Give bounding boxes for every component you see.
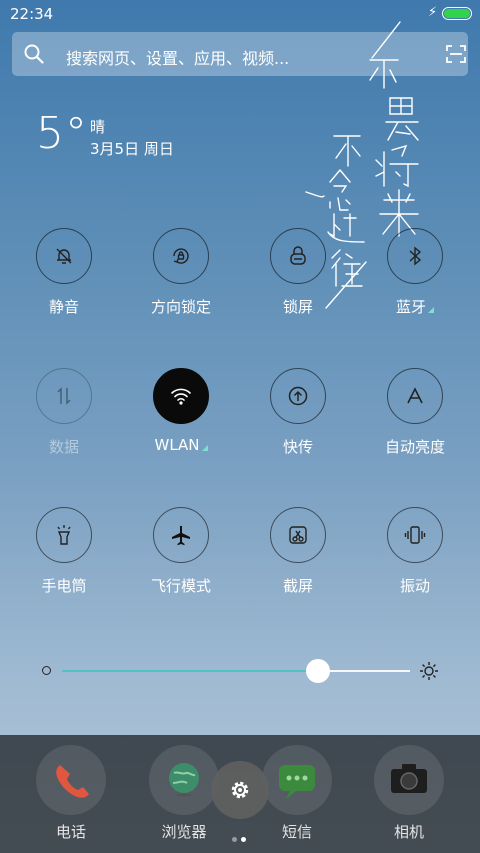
toggle-quick-transfer[interactable]: 快传: [244, 368, 354, 458]
toggle-label: 快传: [282, 438, 313, 456]
camera-icon[interactable]: [374, 745, 444, 815]
lock-icon: [290, 246, 306, 265]
toggle-auto-brightness[interactable]: 自动亮度: [361, 368, 471, 458]
lock-screen-button[interactable]: [270, 228, 326, 284]
toggle-label: 静音: [48, 298, 79, 316]
bluetooth-button[interactable]: [387, 228, 443, 284]
weather-condition: 晴: [90, 118, 106, 136]
vibrate-icon: [404, 526, 426, 544]
weather-date: 3月5日 周日: [90, 140, 174, 158]
vibrate-button[interactable]: [387, 507, 443, 563]
search-placeholder: 搜索网页、设置、应用、视频...: [66, 49, 290, 68]
toggle-bluetooth[interactable]: 蓝牙: [361, 228, 471, 318]
phone-icon[interactable]: [36, 745, 106, 815]
bell-muted-icon: [56, 248, 72, 264]
search-icon: [24, 44, 44, 64]
toggle-vibrate[interactable]: 振动: [361, 507, 471, 597]
battery-icon: [442, 7, 472, 20]
gear-icon: [231, 781, 249, 799]
mobile-data-icon: [57, 387, 71, 405]
dock-app-label: 相机: [393, 823, 424, 841]
brightness-min-icon: [42, 666, 51, 675]
page-indicator: [232, 827, 250, 846]
page-dot-active: [241, 837, 246, 842]
dock-app-label: 浏览器: [161, 823, 207, 841]
toggle-label: 飞行模式: [150, 577, 211, 595]
toggle-label: 锁屏: [282, 298, 313, 316]
weather-temperature[interactable]: 5°: [36, 108, 88, 159]
toggle-label: 手电筒: [41, 577, 87, 595]
toggle-flashlight[interactable]: 手电筒: [10, 507, 120, 597]
toggle-rotation-lock[interactable]: 方向锁定: [127, 228, 237, 318]
toggle-airplane-mode[interactable]: 飞行模式: [127, 507, 237, 597]
status-time: 22:34: [10, 5, 54, 23]
airplane-icon: [172, 526, 190, 546]
more-options-indicator: [428, 307, 434, 313]
quick-transfer-icon: [288, 386, 308, 406]
page-dot: [232, 837, 237, 842]
toggle-label: 蓝牙: [361, 296, 469, 317]
message-icon[interactable]: [262, 745, 332, 815]
brightness-slider-fill[interactable]: [62, 670, 318, 672]
dock-app-label: 电话: [55, 823, 86, 841]
dock-app-label: 短信: [281, 823, 312, 841]
toggle-mobile-data[interactable]: 数据: [10, 368, 120, 458]
quick-transfer-button[interactable]: [270, 368, 326, 424]
toggle-label: 数据: [48, 438, 79, 456]
settings-button[interactable]: [211, 761, 269, 819]
toggle-label: 截屏: [282, 577, 313, 595]
toggle-label: 自动亮度: [384, 438, 445, 456]
flashlight-button[interactable]: [36, 507, 92, 563]
toggle-label: 方向锁定: [150, 298, 211, 316]
scan-icon[interactable]: [446, 45, 466, 63]
toggle-wlan[interactable]: WLAN: [127, 368, 237, 458]
airplane-mode-button[interactable]: [153, 507, 209, 563]
wlan-button[interactable]: [153, 368, 209, 424]
wifi-icon: [171, 388, 191, 405]
flashlight-icon: [57, 525, 71, 545]
toggle-mute[interactable]: 静音: [10, 228, 120, 318]
mute-button[interactable]: [36, 228, 92, 284]
browser-globe-icon[interactable]: [149, 745, 219, 815]
auto-brightness-icon: [407, 387, 423, 404]
toggle-label: 振动: [399, 577, 430, 595]
brightness-slider-thumb[interactable]: [306, 659, 330, 683]
brightness-slider-track[interactable]: [318, 670, 410, 672]
toggle-screenshot[interactable]: 截屏: [244, 507, 354, 597]
auto-brightness-button[interactable]: [387, 368, 443, 424]
screenshot-button[interactable]: [270, 507, 326, 563]
rotation-lock-icon: [173, 248, 189, 264]
brightness-max-icon: [420, 662, 438, 680]
rotation-lock-button[interactable]: [153, 228, 209, 284]
mobile-data-button[interactable]: [36, 368, 92, 424]
more-options-indicator: [201, 445, 208, 451]
bluetooth-icon: [409, 246, 422, 266]
toggle-label: WLAN: [127, 436, 235, 454]
toggle-lock-screen[interactable]: 锁屏: [244, 228, 354, 318]
screenshot-icon: [289, 526, 307, 544]
